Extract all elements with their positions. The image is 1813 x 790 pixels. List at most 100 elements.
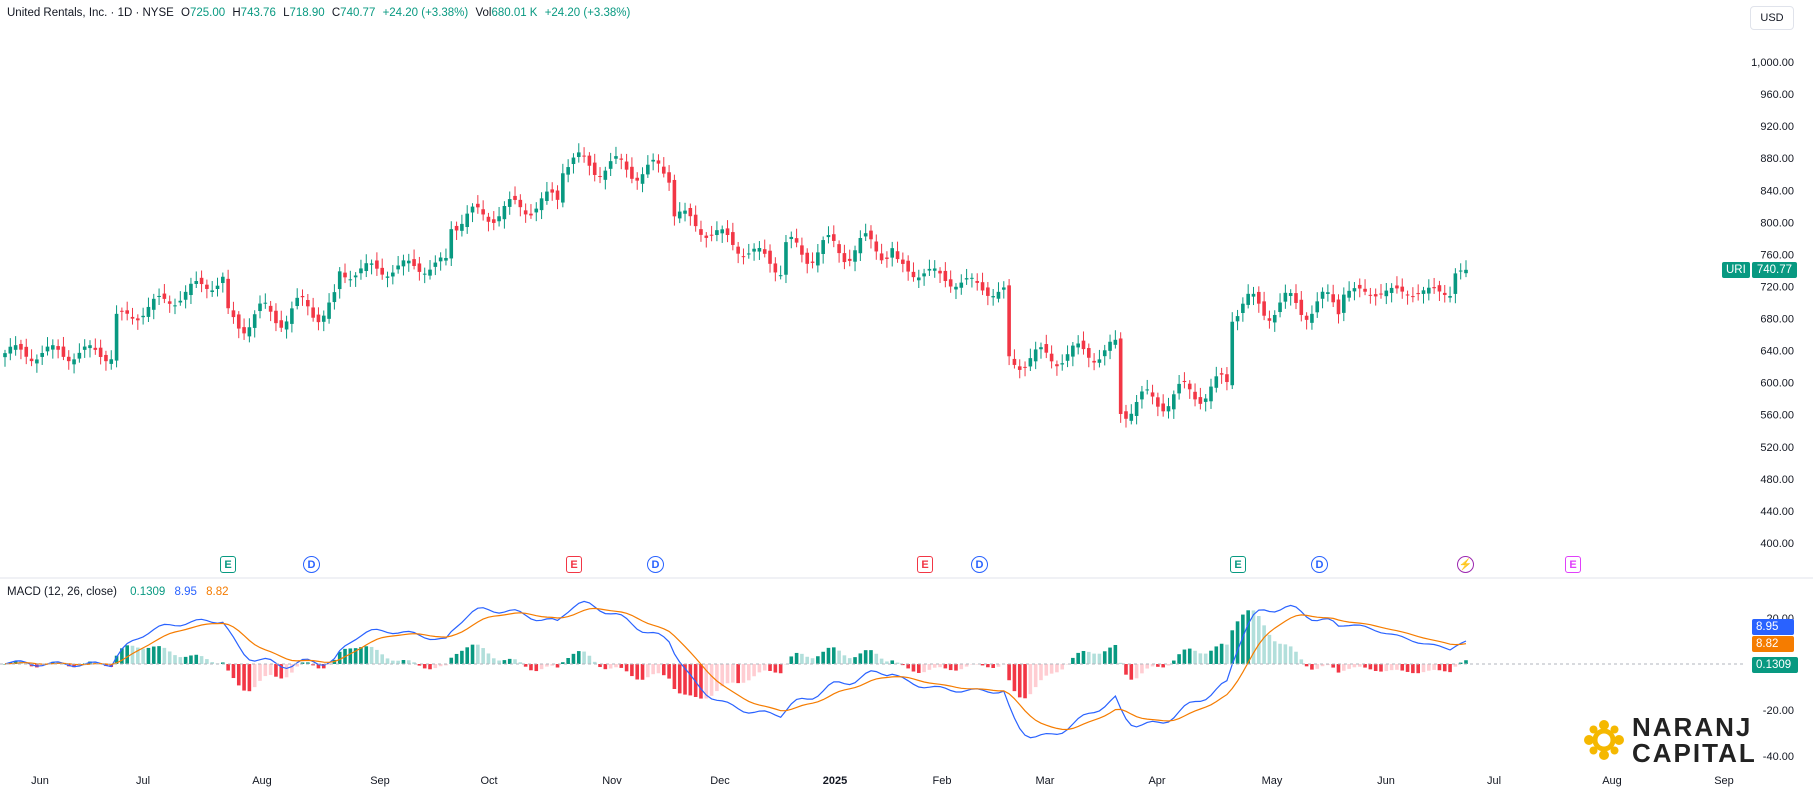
candle <box>869 225 873 249</box>
candle <box>465 205 470 234</box>
macd-hist-bar <box>1347 664 1351 669</box>
candle <box>1124 404 1128 428</box>
price-tick-label: 400.00 <box>1760 538 1794 550</box>
macd-hist-bar <box>1235 621 1240 664</box>
naranj-sun-icon <box>1584 720 1624 760</box>
candle <box>316 307 321 331</box>
candle <box>279 310 284 333</box>
earnings-icon[interactable]: E <box>220 556 236 573</box>
dividend-icon[interactable]: D <box>647 556 664 573</box>
candle <box>1331 284 1335 308</box>
candle <box>1352 282 1357 301</box>
macd-label[interactable]: MACD (12, 26, close) <box>7 586 117 598</box>
macd-hist-bar <box>688 664 693 696</box>
earnings-icon[interactable]: E <box>917 556 933 573</box>
macd-hist-bar <box>449 657 454 664</box>
macd-hist-bar <box>863 650 868 664</box>
candle <box>863 223 868 241</box>
macd-hist-bar <box>1304 664 1309 667</box>
candle <box>406 253 411 272</box>
candle <box>130 307 135 325</box>
candle <box>826 226 831 244</box>
macd-hist-bar <box>1145 664 1150 669</box>
earnings-icon[interactable]: E <box>1565 556 1581 573</box>
candle <box>88 340 92 358</box>
macd-hist-bar <box>709 664 714 696</box>
candle <box>683 202 687 222</box>
candle <box>1161 394 1165 417</box>
candle <box>1108 334 1112 360</box>
macd-hist-bar <box>566 658 570 664</box>
macd-hist-bar <box>1352 664 1357 668</box>
macd-hist-bar <box>1076 652 1080 664</box>
dividend-icon[interactable]: D <box>303 556 320 573</box>
candle <box>901 252 905 273</box>
earnings-icon[interactable]: E <box>566 556 582 573</box>
macd-hist-bar <box>1060 664 1065 670</box>
candle <box>284 315 289 339</box>
candle <box>1453 268 1458 304</box>
candle <box>290 301 294 333</box>
price-tick-label: 720.00 <box>1760 281 1794 293</box>
candle <box>178 291 183 306</box>
chart-canvas[interactable]: 400.00 440.00 480.00 520.00 560.00 600.00 640.… <box>0 0 1813 790</box>
candle <box>77 343 82 363</box>
candle <box>120 307 124 321</box>
macd-hist-bar <box>1055 664 1059 673</box>
dividend-icon[interactable]: D <box>971 556 988 573</box>
candle <box>242 318 246 340</box>
time-tick-label: Dec <box>710 775 730 787</box>
macd-hist-bar <box>879 658 884 664</box>
candle <box>396 255 400 274</box>
low-value: 718.90 <box>289 7 325 19</box>
macd-hist-bar <box>1134 664 1139 679</box>
candle <box>529 204 533 219</box>
candle <box>205 279 209 299</box>
candle <box>1193 383 1197 407</box>
candle <box>1389 283 1394 303</box>
lightning-icon[interactable]: ⚡ <box>1457 556 1474 573</box>
candle <box>1464 260 1468 278</box>
macd-hist-bar <box>236 664 241 686</box>
currency-button[interactable]: USD <box>1750 6 1794 30</box>
candle <box>1007 279 1011 366</box>
macd-hist-bar <box>491 658 496 664</box>
candle <box>40 345 44 365</box>
macd-hist-bar <box>268 664 273 675</box>
candle <box>603 166 608 190</box>
candle <box>842 244 847 270</box>
dividend-icon[interactable]: D <box>1311 556 1328 573</box>
candle <box>677 202 682 224</box>
candle <box>938 267 942 284</box>
candle <box>1272 310 1277 332</box>
earnings-icon[interactable]: E <box>1230 556 1246 573</box>
macd-hist-bar <box>263 664 268 677</box>
candle <box>359 259 363 280</box>
macd-hist-bar <box>869 650 873 664</box>
macd-hist-bar <box>167 651 172 664</box>
macd-hist-bar <box>853 657 857 664</box>
open-value: 725.00 <box>189 7 226 19</box>
candle <box>470 203 475 223</box>
candle <box>321 310 326 332</box>
candle <box>114 305 119 368</box>
candle <box>1299 291 1304 322</box>
macd-hist-bar <box>1384 664 1389 672</box>
candle <box>391 265 395 285</box>
candle <box>715 221 719 242</box>
candle <box>646 155 650 178</box>
candle <box>1033 341 1038 370</box>
candle <box>948 270 953 293</box>
candle <box>513 186 517 205</box>
time-tick-label: Apr <box>1148 775 1165 787</box>
macd-hist-bar <box>640 664 645 680</box>
candle <box>630 157 634 184</box>
macd-hist-bar <box>406 660 411 664</box>
macd-hist-bar <box>1262 625 1266 664</box>
macd-hist-bar <box>656 664 661 674</box>
candle <box>45 337 50 356</box>
candle <box>1251 286 1256 306</box>
price-axis: 400.00 440.00 480.00 520.00 560.00 600.00 640.… <box>1751 57 1794 550</box>
macd-hist-bar <box>810 658 815 664</box>
candle <box>1241 297 1245 322</box>
